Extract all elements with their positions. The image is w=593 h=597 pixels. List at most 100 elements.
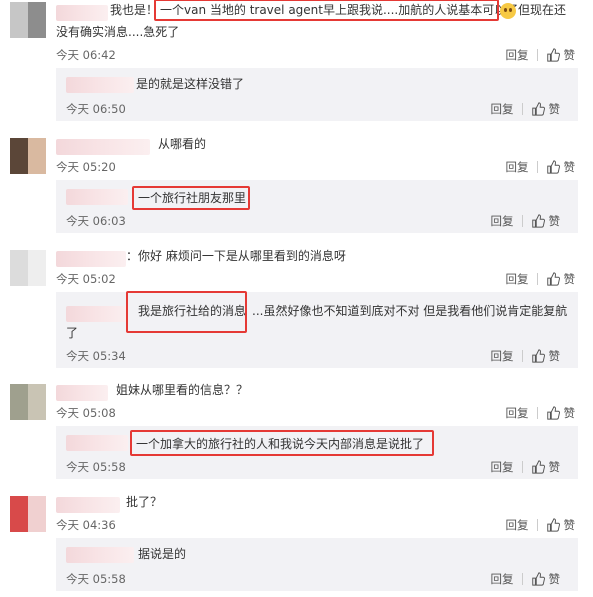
like-label: 赞 [563,48,576,62]
thumbs-up-icon [546,272,560,286]
comment-time: 今天 05:08 [56,406,116,420]
like-label: 赞 [563,160,576,174]
reply-button[interactable]: 回复 [491,348,514,364]
reply-actions: 回复 赞 [491,571,561,587]
comment-text: 我也是！ [110,0,158,20]
reply-box: 一个加拿大的旅行社的人和我说今天内部消息是说批了 今天 05:58 回复 赞 [56,426,578,479]
username-blurred[interactable] [66,306,128,322]
reply-time: 今天 05:34 [66,349,126,363]
reply-actions: 回复 赞 [491,459,561,475]
like-label: 赞 [548,102,561,116]
username-blurred[interactable] [56,5,108,21]
divider [536,49,538,61]
thumbs-up-icon [531,102,545,116]
username-blurred[interactable] [66,189,128,205]
comment-text-part: 但现在还 [518,3,567,17]
comment-text: ：你好 麻烦问一下是从哪里看到的消息呀 [126,249,346,263]
avatar[interactable] [10,250,46,286]
thumbs-up-icon [531,572,545,586]
reply-button[interactable]: 回复 [491,459,514,475]
like-button[interactable]: 赞 [531,213,561,229]
reply-box: 我是旅行社给的消息 ...虽然好像也不知道到底对不对 但是我看他们说肯定能复航 … [56,291,578,368]
comment-time: 今天 05:20 [56,160,116,174]
reply-time: 今天 05:58 [66,572,126,586]
divider [521,103,523,115]
reply-button[interactable]: 回复 [506,405,529,421]
avatar[interactable] [10,384,46,420]
reply-box: 是的就是这样没错了 今天 06:50 回复 赞 [56,68,578,121]
highlight-box [126,291,247,333]
reply-button[interactable]: 回复 [506,517,529,533]
like-button[interactable]: 赞 [546,159,576,175]
like-button[interactable]: 赞 [531,101,561,117]
reply-text: 据说是的 [138,547,187,561]
divider [521,573,523,585]
like-button[interactable]: 赞 [546,405,576,421]
comment-5: 批了？ 今天 04:36 回复 赞 据说是的 今天 05:58 回复 赞 [0,494,593,594]
reply-box: 一个旅行社朋友那里 今天 06:03 回复 赞 [56,180,578,233]
reply-button[interactable]: 回复 [506,159,529,175]
reply-button[interactable]: 回复 [506,47,529,63]
comment-4: 姐妹从哪里看的信息？？ 今天 05:08 回复 赞 一个加拿大的旅行社的人和我说… [0,382,593,482]
reply-actions: 回复 赞 [491,101,561,117]
reply-button[interactable]: 回复 [506,271,529,287]
reply-button[interactable]: 回复 [491,571,514,587]
comment-3: ：你好 麻烦问一下是从哪里看到的消息呀 今天 05:02 回复 赞 我是旅行社给… [0,248,593,370]
username-blurred[interactable] [56,385,108,401]
reply-actions: 回复 赞 [491,213,561,229]
comment-text: 姐妹从哪里看的信息？？ [116,383,249,397]
like-label: 赞 [548,572,561,586]
comment-time: 今天 05:02 [56,272,116,286]
comment-2: 从哪看的 今天 05:20 回复 赞 一个旅行社朋友那里 今天 06:03 回复… [0,136,593,236]
comment-text-line2: 没有确实消息....急死了 [56,22,179,42]
reply-button[interactable]: 回复 [491,101,514,117]
comment-actions: 回复 赞 [506,271,576,287]
comment-actions: 回复 赞 [506,47,576,63]
username-blurred[interactable] [66,77,134,93]
comment-text-part: 我也是！ [110,3,159,17]
like-label: 赞 [563,406,576,420]
like-button[interactable]: 赞 [546,47,576,63]
username-blurred[interactable] [56,139,150,155]
divider [521,461,523,473]
divider [536,519,538,531]
divider [536,407,538,419]
comment-text: 从哪看的 [158,137,207,151]
comment-text: 但现在还 [518,0,566,20]
avatar[interactable] [10,138,46,174]
like-button[interactable]: 赞 [531,459,561,475]
comment-text: 批了？ [126,495,163,509]
thumbs-up-icon [546,160,560,174]
like-label: 赞 [548,214,561,228]
avatar[interactable] [10,496,46,532]
username-blurred[interactable] [56,497,120,513]
comment-actions: 回复 赞 [506,159,576,175]
reply-button[interactable]: 回复 [491,213,514,229]
like-label: 赞 [548,460,561,474]
comment-actions: 回复 赞 [506,405,576,421]
like-button[interactable]: 赞 [546,271,576,287]
comment-1: 我也是！ 一个van 当地的 travel agent早上跟我说....加航的人… [0,0,593,125]
reply-actions: 回复 赞 [491,348,561,364]
divider [521,350,523,362]
reply-text-line2: 了 [66,326,79,340]
username-blurred[interactable] [56,251,126,267]
divider [536,161,538,173]
thumbs-up-icon [546,48,560,62]
username-blurred[interactable] [66,547,134,563]
like-button[interactable]: 赞 [546,517,575,533]
highlight-box [132,186,250,210]
reply-text: ...虽然好像也不知道到底对不对 但是我看他们说肯定能复航 [252,304,568,318]
divider [521,215,523,227]
highlight-box [154,0,499,21]
username-blurred[interactable] [66,435,128,451]
reply-time: 今天 06:03 [66,214,126,228]
divider [536,273,538,285]
worried-face-emoji-icon [500,3,516,19]
like-label: 赞 [563,272,576,286]
reply-box: 据说是的 今天 05:58 回复 赞 [56,538,578,591]
avatar[interactable] [10,2,46,38]
reply-text: 是的就是这样没错了 [136,77,245,91]
like-button[interactable]: 赞 [531,348,560,364]
like-button[interactable]: 赞 [531,571,561,587]
